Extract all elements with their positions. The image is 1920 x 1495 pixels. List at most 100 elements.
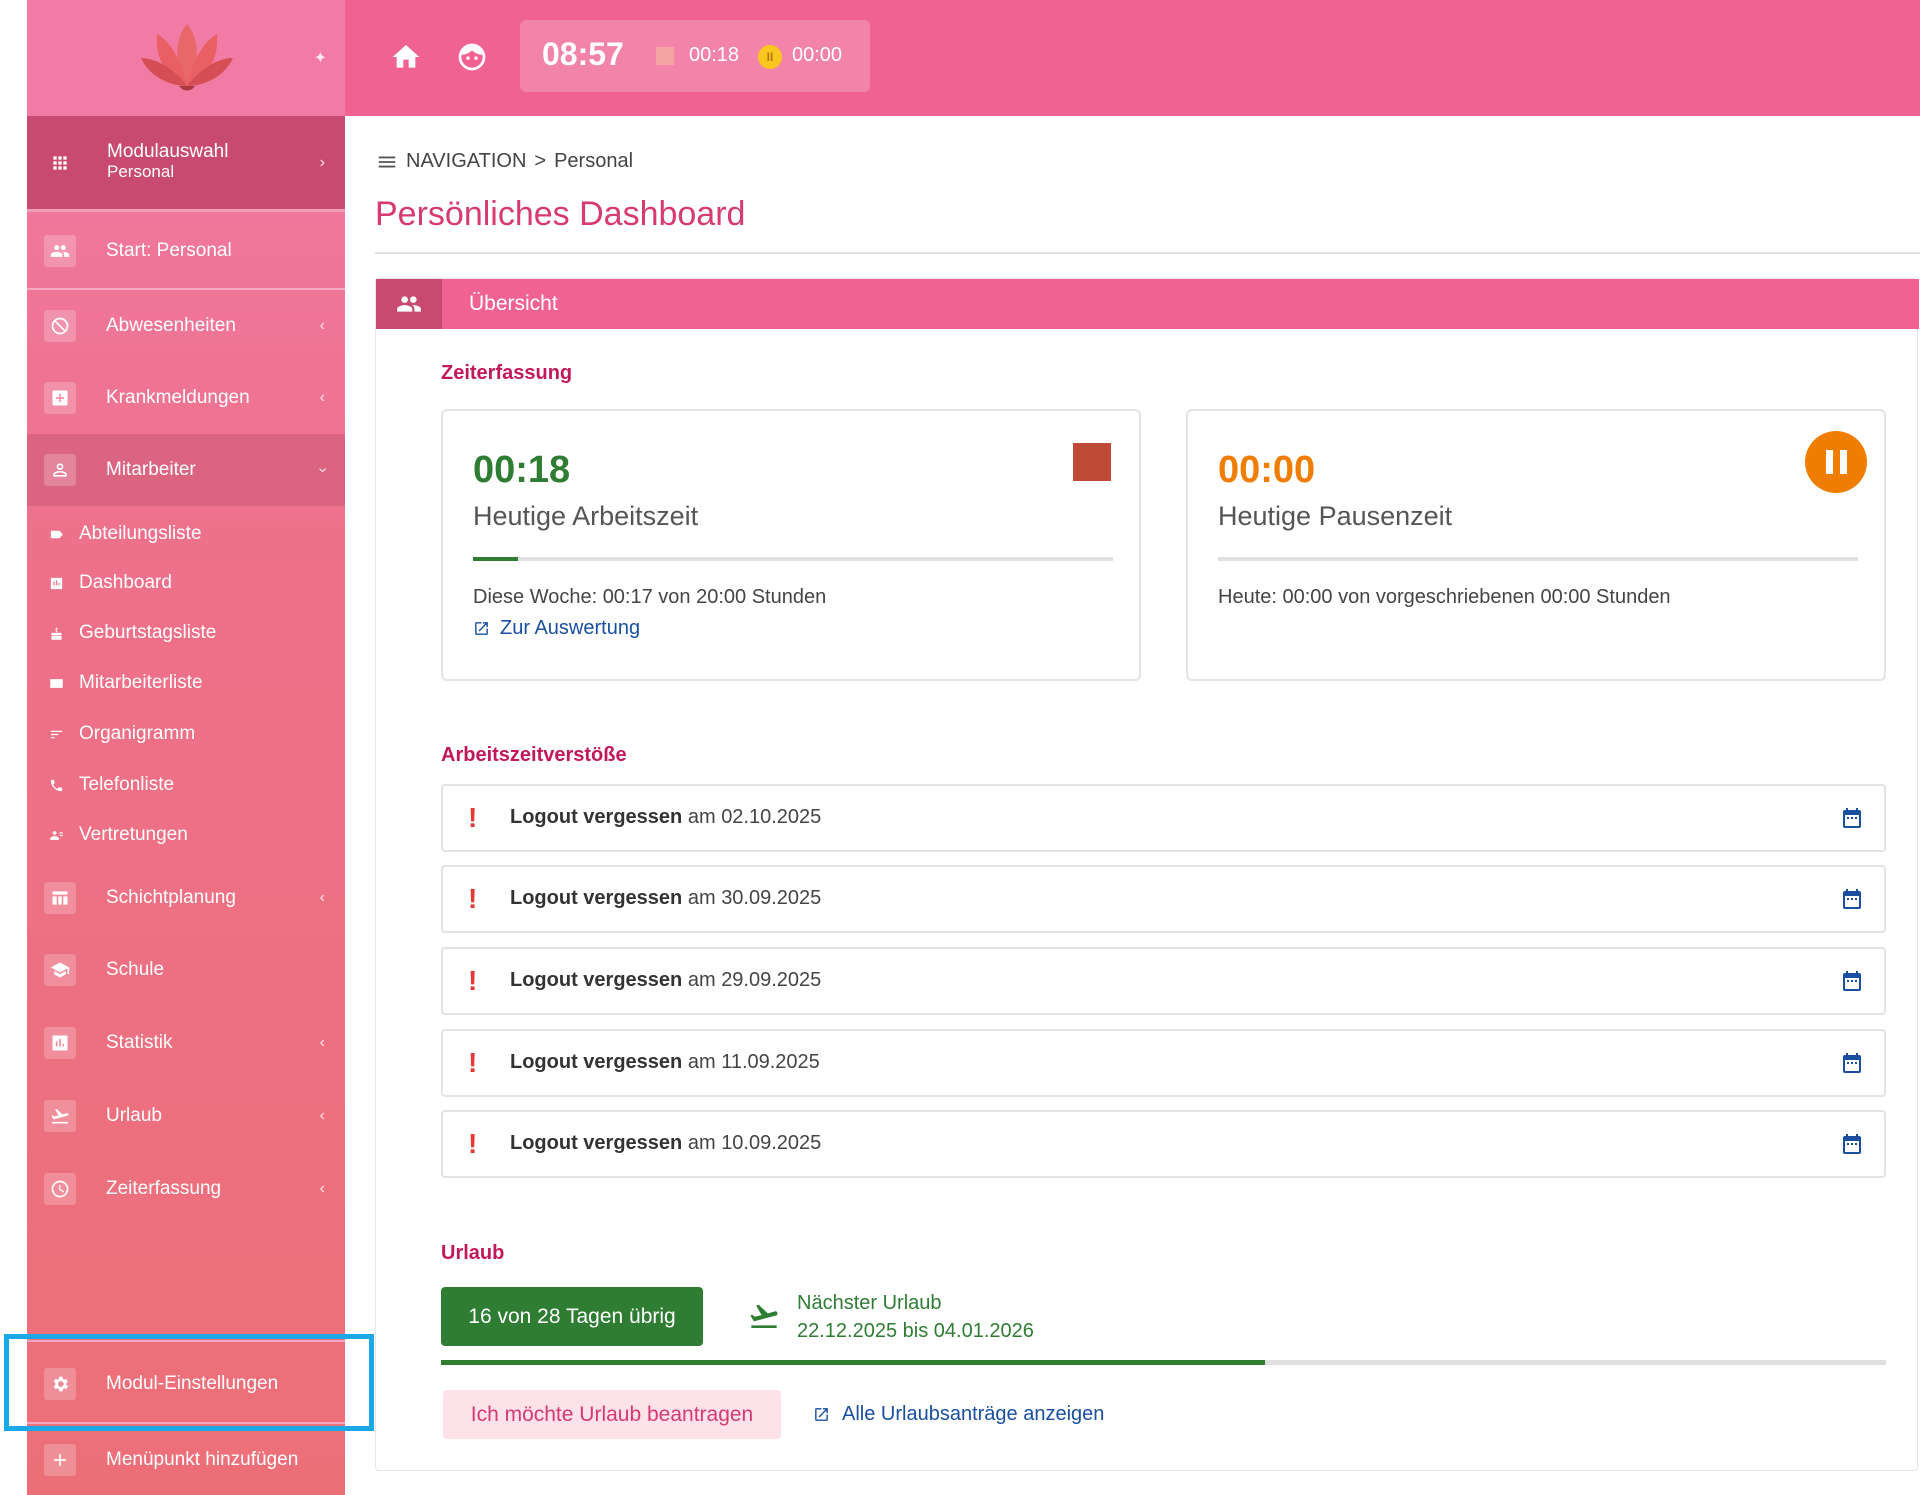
- sidebar-item-urlaub[interactable]: Urlaub ‹: [27, 1080, 345, 1152]
- section-heading-urlaub: Urlaub: [441, 1242, 505, 1264]
- external-link-icon: [815, 1408, 828, 1421]
- sidebar-item-label: Statistik: [106, 1032, 173, 1053]
- remaining-days-badge[interactable]: 16 von 28 Tagen übrig: [441, 1287, 703, 1346]
- plus-icon: [44, 1443, 76, 1476]
- warning-exclamation-icon: !: [468, 1047, 478, 1078]
- violation-row[interactable]: ! Logout vergessen am 30.09.2025: [441, 865, 1886, 933]
- breadcrumb-root[interactable]: NAVIGATION: [406, 150, 526, 173]
- sidebar-item-schule[interactable]: Schule: [27, 934, 345, 1006]
- violation-text: Logout vergessen am 11.09.2025: [510, 1051, 820, 1073]
- people-icon: [44, 235, 76, 267]
- chart-icon: [48, 575, 64, 591]
- calendar-icon[interactable]: [1840, 1132, 1864, 1156]
- module-selector[interactable]: Modulauswahl Personal ›: [27, 116, 345, 212]
- subitem-label: Organigramm: [79, 723, 196, 744]
- calendar-icon[interactable]: [1840, 969, 1864, 993]
- calendar-icon[interactable]: [1840, 887, 1864, 911]
- bar-chart-icon: [44, 1027, 76, 1059]
- chevron-right-icon: ›: [319, 153, 325, 171]
- breadcrumb-current: Personal: [554, 150, 634, 172]
- person-icon: [44, 454, 76, 486]
- violation-row[interactable]: ! Logout vergessen am 11.09.2025: [441, 1029, 1886, 1097]
- all-vacation-requests-link[interactable]: Alle Urlaubsanträge anzeigen: [813, 1403, 1104, 1426]
- subitem-label: Dashboard: [79, 572, 172, 593]
- sidebar-subitem-organigramm[interactable]: Organigramm: [27, 714, 345, 754]
- flight-takeoff-icon: [44, 1100, 76, 1132]
- section-heading-zeiterfassung: Zeiterfassung: [441, 362, 573, 384]
- subitem-label: Vertretungen: [79, 824, 188, 845]
- apps-grid-icon: [44, 147, 76, 179]
- sidebar-item-mitarbeiter[interactable]: Mitarbeiter ›: [27, 434, 345, 506]
- people-icon: [376, 279, 442, 329]
- highlight-box: [4, 1334, 374, 1431]
- logo-area: ✦: [27, 0, 345, 116]
- request-vacation-button[interactable]: Ich möchte Urlaub beantragen: [443, 1390, 781, 1439]
- sidebar-item-abwesenheiten[interactable]: Abwesenheiten ‹: [27, 290, 345, 362]
- sidebar-subitem-vertretungen[interactable]: Vertretungen: [27, 815, 345, 855]
- sidebar-item-zeiterfassung[interactable]: Zeiterfassung ‹: [27, 1152, 345, 1226]
- pause-progress-bar: [1218, 557, 1858, 561]
- sidebar-subitem-telefonliste[interactable]: Telefonliste: [27, 765, 345, 805]
- pin-icon[interactable]: ✦: [314, 48, 327, 68]
- next-vacation-label: Nächster Urlaub: [797, 1292, 942, 1314]
- phone-icon: [48, 777, 64, 793]
- chevron-left-icon: ‹: [319, 889, 325, 906]
- sidebar-item-krankmeldungen[interactable]: Krankmeldungen ‹: [27, 362, 345, 434]
- chevron-left-icon: ‹: [319, 1180, 325, 1197]
- calendar-icon[interactable]: [1840, 1051, 1864, 1075]
- school-cap-icon: [44, 954, 76, 986]
- add-menu-item-label: Menüpunkt hinzufügen: [106, 1448, 299, 1470]
- cake-icon: [48, 625, 64, 641]
- flight-takeoff-icon: [748, 1300, 780, 1332]
- time-tracker-widget[interactable]: 08:57 00:18 II 00:00: [520, 20, 870, 92]
- sidebar-subitem-dashboard[interactable]: Dashboard: [27, 563, 345, 603]
- chevron-left-icon: ‹: [319, 1107, 325, 1124]
- module-subtitle: Personal: [107, 162, 175, 181]
- warning-exclamation-icon: !: [468, 965, 478, 996]
- sidebar-item-start-personal[interactable]: Start: Personal: [27, 214, 345, 288]
- violation-row[interactable]: ! Logout vergessen am 29.09.2025: [441, 947, 1886, 1015]
- calendar-icon[interactable]: [1840, 806, 1864, 830]
- face-icon[interactable]: [453, 38, 491, 76]
- weekly-info: Diese Woche: 00:17 von 20:00 Stunden: [473, 586, 827, 608]
- sidebar-subitem-geburtstagsliste[interactable]: Geburtstagsliste: [27, 613, 345, 653]
- home-icon[interactable]: [387, 38, 425, 76]
- chevron-left-icon: ‹: [319, 389, 325, 406]
- violation-row[interactable]: ! Logout vergessen am 10.09.2025: [441, 1110, 1886, 1178]
- violation-text: Logout vergessen am 30.09.2025: [510, 887, 822, 909]
- panel-title: Übersicht: [469, 292, 558, 315]
- subitem-label: Mitarbeiterliste: [79, 672, 203, 693]
- stop-square-icon[interactable]: [656, 47, 674, 65]
- violation-text: Logout vergessen am 10.09.2025: [510, 1132, 822, 1154]
- chevron-left-icon: ‹: [319, 1034, 325, 1051]
- people-swap-icon: [48, 827, 64, 843]
- sidebar-item-label: Urlaub: [106, 1105, 162, 1126]
- warning-exclamation-icon: !: [468, 1128, 478, 1159]
- subitem-label: Geburtstagsliste: [79, 622, 217, 643]
- sidebar-item-schichtplanung[interactable]: Schichtplanung ‹: [27, 862, 345, 934]
- pause-button[interactable]: [1805, 431, 1867, 493]
- chevron-down-icon: ›: [314, 467, 332, 473]
- block-icon: [44, 310, 76, 342]
- sidebar-item-label: Mitarbeiter: [106, 459, 196, 480]
- add-menu-item-button[interactable]: Menüpunkt hinzufügen: [27, 1424, 345, 1495]
- breadcrumb: NAVIGATION > Personal: [376, 150, 633, 173]
- sidebar-item-label: Krankmeldungen: [106, 387, 250, 408]
- next-vacation-range: 22.12.2025 bis 04.01.2026: [797, 1320, 1034, 1342]
- sidebar-subitem-mitarbeiterliste[interactable]: Mitarbeiterliste: [27, 663, 345, 703]
- violation-row[interactable]: ! Logout vergessen am 02.10.2025: [441, 784, 1886, 852]
- sidebar-item-statistik[interactable]: Statistik ‹: [27, 1006, 345, 1080]
- work-time-card: 00:18 Heutige Arbeitszeit Diese Woche: 0…: [441, 409, 1141, 681]
- stop-button[interactable]: [1073, 443, 1111, 481]
- pause-circle-icon[interactable]: II: [758, 45, 782, 69]
- sidebar-subitem-abteilungsliste[interactable]: Abteilungsliste: [27, 514, 345, 554]
- sidebar-item-label: Start: Personal: [106, 240, 232, 261]
- menu-icon[interactable]: [376, 151, 398, 173]
- sort-lines-icon: [48, 726, 64, 742]
- evaluation-link[interactable]: Zur Auswertung: [473, 617, 640, 640]
- chevron-left-icon: ‹: [319, 317, 325, 334]
- violation-text: Logout vergessen am 29.09.2025: [510, 969, 822, 991]
- lotus-logo[interactable]: [137, 16, 237, 96]
- evaluation-link-label: Zur Auswertung: [500, 617, 641, 639]
- table-calendar-icon: [44, 882, 76, 914]
